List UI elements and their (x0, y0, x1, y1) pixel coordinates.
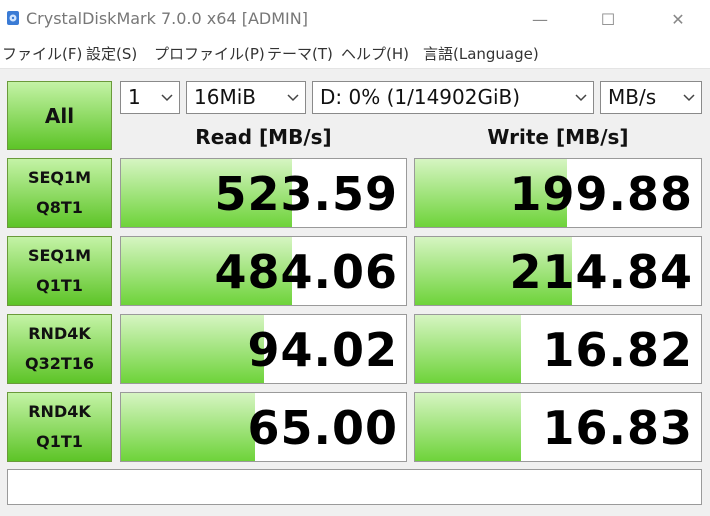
test-size-value: 16MiB (194, 85, 256, 109)
read-result-cell: 65.00 (120, 392, 407, 462)
test-count-select[interactable]: 1 (120, 81, 180, 114)
test-button-line1: SEQ1M (27, 168, 92, 187)
comment-field[interactable] (7, 469, 702, 505)
close-icon: ✕ (671, 9, 685, 29)
read-result-value: 65.00 (247, 401, 398, 455)
write-result-cell: 16.83 (414, 392, 702, 462)
app-icon (7, 11, 19, 25)
test-button-line2: Q1T1 (36, 276, 83, 295)
test-button-line2: Q32T16 (24, 354, 95, 373)
test-count-value: 1 (128, 85, 141, 109)
test-button-line1: RND4K (28, 324, 91, 343)
drive-select[interactable]: D: 0% (1/14902GiB) (312, 81, 594, 114)
all-button-label: All (44, 103, 75, 128)
menu-settings[interactable]: 設定(S) (86, 43, 137, 64)
read-header: Read [MB/s] (195, 125, 332, 149)
test-button-line2: Q8T1 (36, 198, 83, 217)
test-button-seq1m-q1t1[interactable]: SEQ1M Q1T1 (7, 236, 112, 306)
read-result-cell: 94.02 (120, 314, 407, 384)
write-result-cell: 199.88 (414, 158, 702, 228)
test-button-rnd4k-q1t1[interactable]: RND4K Q1T1 (7, 392, 112, 462)
title-bar: CrystalDiskMark 7.0.0 x64 [ADMIN] — ☐ ✕ (0, 0, 710, 38)
drive-value: D: 0% (1/14902GiB) (320, 85, 521, 109)
menu-help[interactable]: ヘルプ(H) (341, 43, 409, 64)
menu-profile[interactable]: プロファイル(P) (154, 43, 265, 64)
read-result-cell: 484.06 (120, 236, 407, 306)
test-button-line2: Q1T1 (36, 432, 83, 451)
read-result-value: 484.06 (214, 245, 398, 299)
minimize-icon: — (532, 9, 548, 29)
chevron-down-icon (683, 94, 695, 102)
menu-bar: ファイル(F) 設定(S) プロファイル(P) テーマ(T) ヘルプ(H) 言語… (0, 38, 710, 69)
read-result-value: 94.02 (247, 323, 398, 377)
maximize-icon: ☐ (600, 9, 616, 29)
write-result-cell: 16.82 (414, 314, 702, 384)
maximize-button[interactable]: ☐ (578, 2, 638, 36)
read-result-bar (121, 393, 255, 461)
test-button-line1: SEQ1M (27, 246, 92, 265)
write-result-bar (415, 393, 521, 461)
write-header: Write [MB/s] (487, 125, 629, 149)
menu-language[interactable]: 言語(Language) (423, 43, 539, 64)
write-result-bar (415, 315, 521, 383)
menu-file[interactable]: ファイル(F) (2, 43, 82, 64)
chevron-down-icon (161, 94, 173, 102)
read-result-value: 523.59 (214, 167, 398, 221)
main-panel: All 1 16MiB D: 0% (1/14902GiB) MB/s Read… (0, 69, 710, 516)
write-result-cell: 214.84 (414, 236, 702, 306)
test-size-select[interactable]: 16MiB (186, 81, 306, 114)
all-button[interactable]: All (7, 81, 112, 150)
close-button[interactable]: ✕ (648, 2, 708, 36)
test-button-line1: RND4K (28, 402, 91, 421)
write-result-value: 16.83 (542, 401, 693, 455)
menu-theme[interactable]: テーマ(T) (267, 43, 333, 64)
unit-value: MB/s (608, 85, 657, 109)
test-button-rnd4k-q32t16[interactable]: RND4K Q32T16 (7, 314, 112, 384)
write-result-value: 16.82 (542, 323, 693, 377)
unit-select[interactable]: MB/s (600, 81, 702, 114)
write-result-value: 214.84 (509, 245, 693, 299)
chevron-down-icon (575, 94, 587, 102)
read-result-bar (121, 315, 264, 383)
minimize-button[interactable]: — (510, 2, 570, 36)
test-button-seq1m-q8t1[interactable]: SEQ1M Q8T1 (7, 158, 112, 228)
read-result-cell: 523.59 (120, 158, 407, 228)
chevron-down-icon (287, 94, 299, 102)
window-title: CrystalDiskMark 7.0.0 x64 [ADMIN] (26, 9, 308, 28)
write-result-value: 199.88 (509, 167, 693, 221)
